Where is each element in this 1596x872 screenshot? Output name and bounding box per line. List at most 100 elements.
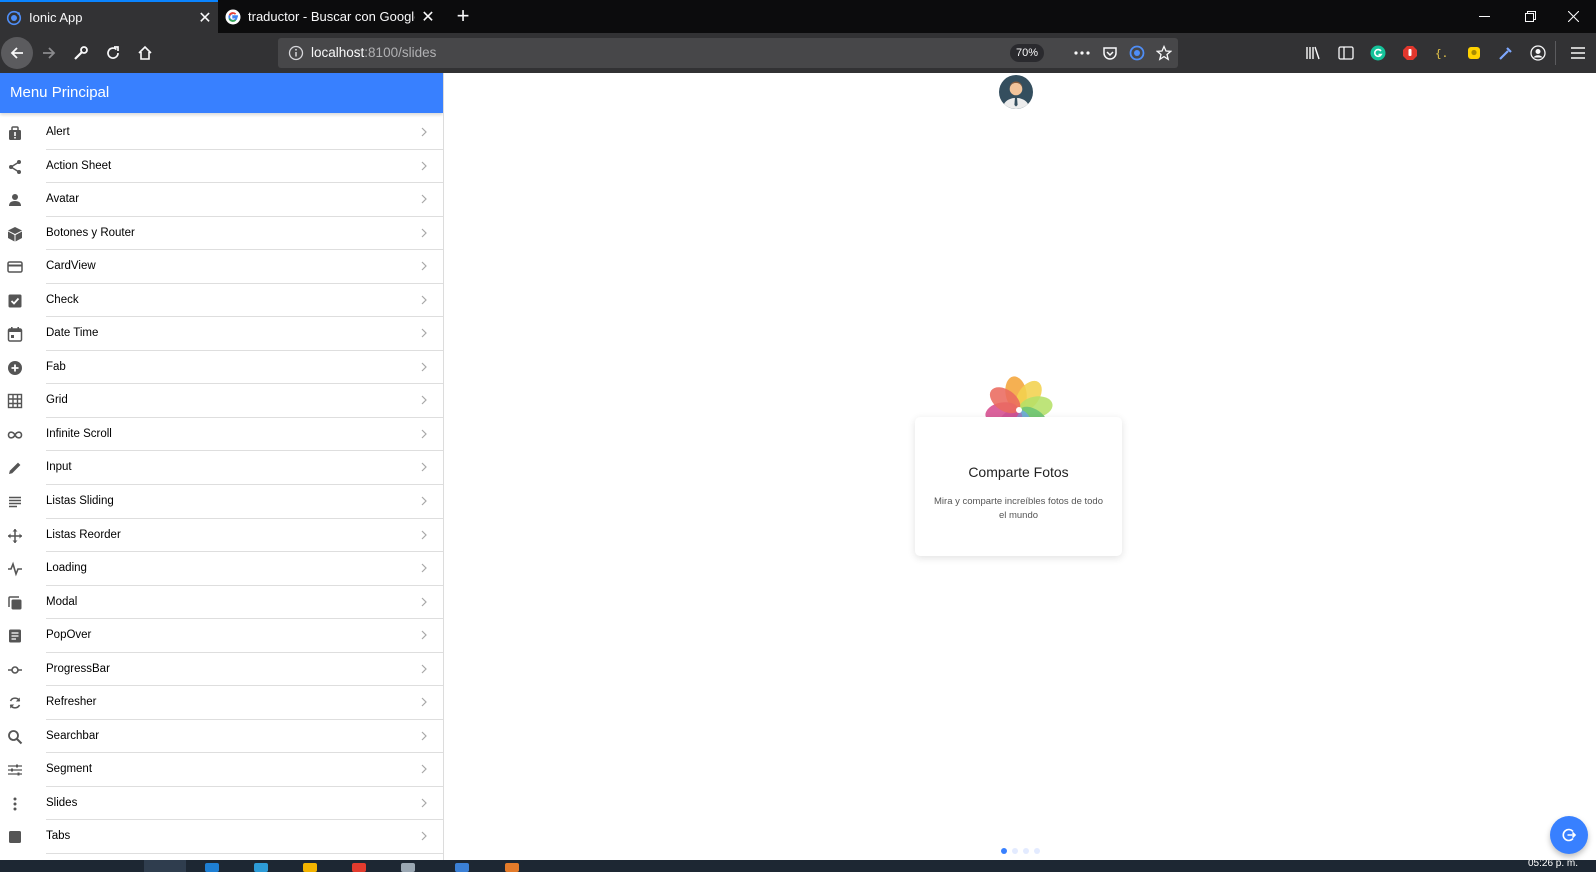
zoom-level-badge[interactable]: 70% — [1010, 44, 1045, 62]
taskbar-edge-icon[interactable] — [254, 863, 268, 872]
pager-dot[interactable] — [1012, 848, 1018, 854]
arrow-right-icon — [43, 47, 56, 59]
navigation-toolbar: localhost:8100/slides 70% {..} — [0, 33, 1596, 73]
menu-item-infinite-scroll[interactable]: Infinite Scroll — [0, 418, 443, 452]
menu-item-label: Botones y Router — [46, 226, 135, 239]
menu-item-divider — [46, 853, 443, 855]
card-icon — [7, 261, 23, 273]
menu-item-label: Grid — [46, 394, 68, 407]
slide-card: Comparte Fotos Mira y comparte increíble… — [915, 417, 1122, 556]
home-icon — [138, 45, 152, 60]
tab-ionic-app[interactable]: Ionic App ✕ — [0, 0, 218, 33]
arrow-left-icon — [10, 47, 23, 59]
pager-dot[interactable] — [1034, 848, 1040, 854]
menu-item-loading[interactable]: Loading — [0, 552, 443, 586]
menu-item-searchbar[interactable]: Searchbar — [0, 720, 443, 754]
address-bar[interactable]: localhost:8100/slides 70% — [278, 38, 1178, 68]
google-icon — [225, 9, 241, 24]
chevron-right-icon — [421, 832, 427, 841]
menu-item-label: Listas Reorder — [46, 528, 121, 541]
menu-item-date-time[interactable]: Date Time — [0, 317, 443, 351]
taskbar-app3-icon[interactable] — [505, 863, 519, 872]
menu-item-grid[interactable]: Grid — [0, 384, 443, 418]
extension-target-icon[interactable] — [1127, 43, 1147, 63]
menu-item-check[interactable]: Check — [0, 284, 443, 318]
browser-tab-strip: Ionic App ✕ traductor - Buscar con Googl… — [0, 0, 1596, 33]
toolbar-divider — [1555, 41, 1556, 65]
sidebar-icon[interactable] — [1336, 43, 1356, 63]
taskbar-explorer-icon[interactable] — [303, 863, 317, 872]
menu-item-avatar[interactable]: Avatar — [0, 183, 443, 217]
forward-button[interactable] — [33, 37, 65, 69]
menu-item-progressbar[interactable]: ProgressBar — [0, 653, 443, 687]
menu-item-segment[interactable]: Segment — [0, 753, 443, 787]
color-picker-icon[interactable] — [1496, 43, 1516, 63]
taskbar-app2-icon[interactable] — [455, 863, 469, 872]
hamburger-menu-icon[interactable] — [1568, 43, 1588, 63]
menu-item-tabs[interactable]: Tabs — [0, 820, 443, 855]
taskbar-firefox-icon[interactable] — [144, 860, 186, 872]
refresh-icon — [9, 697, 21, 709]
menu-item-label: PopOver — [46, 629, 92, 642]
chevron-right-icon — [421, 429, 427, 439]
chevron-right-icon — [421, 664, 427, 674]
menu-list: Alert Action Sheet Avatar Botones y Router C… — [0, 116, 443, 855]
chevron-right-icon — [421, 161, 427, 170]
copy-icon — [8, 595, 22, 610]
url-text[interactable]: localhost:8100/slides — [311, 45, 436, 60]
bookmark-star-icon[interactable] — [1154, 43, 1174, 63]
tab-google-search[interactable]: traductor - Buscar con Google ✕ — [219, 0, 441, 33]
git-commit-icon — [8, 665, 22, 674]
menu-item-alert[interactable]: Alert — [0, 116, 443, 150]
lightbulb-icon[interactable] — [1464, 43, 1484, 63]
menu-item-refresher[interactable]: Refresher — [0, 686, 443, 720]
avatar[interactable] — [999, 75, 1033, 109]
restore-window-icon[interactable] — [1507, 0, 1553, 33]
adblock-icon[interactable] — [1400, 43, 1420, 63]
json-viewer-icon[interactable]: {..} — [1432, 43, 1452, 63]
home-button[interactable] — [129, 37, 161, 69]
menu-item-input[interactable]: Input — [0, 451, 443, 486]
page-actions-icon[interactable] — [1072, 43, 1092, 63]
menu-item-modal[interactable]: Modal — [0, 586, 443, 620]
pager-dot[interactable] — [1001, 848, 1007, 854]
menu-item-listas-reorder[interactable]: Listas Reorder — [0, 519, 443, 553]
chevron-right-icon — [421, 194, 427, 204]
reload-button[interactable] — [97, 37, 129, 69]
close-window-icon[interactable] — [1550, 0, 1596, 33]
close-tab-icon[interactable]: ✕ — [192, 8, 218, 28]
menu-item-label: Listas Sliding — [46, 495, 114, 508]
menu-item-botones-y-router[interactable]: Botones y Router — [0, 217, 443, 251]
back-button[interactable] — [1, 37, 33, 69]
new-tab-button[interactable]: + — [450, 3, 476, 29]
menu-item-fab[interactable]: Fab — [0, 351, 443, 385]
chevron-right-icon — [421, 764, 427, 774]
menu-item-slides[interactable]: Slides — [0, 787, 443, 821]
infinite-icon — [7, 431, 23, 439]
log-out-icon — [1562, 828, 1577, 842]
chevron-right-icon — [421, 295, 427, 305]
taskbar-app-icon[interactable] — [352, 863, 366, 872]
cube-icon — [8, 226, 22, 242]
close-tab-icon[interactable]: ✕ — [415, 7, 441, 27]
chevron-right-icon — [421, 563, 427, 573]
exit-slides-fab[interactable] — [1550, 816, 1588, 854]
menu-item-popover[interactable]: PopOver — [0, 619, 443, 653]
menu-item-listas-sliding[interactable]: Listas Sliding — [0, 485, 443, 519]
menu-item-action-sheet[interactable]: Action Sheet — [0, 150, 443, 184]
info-icon[interactable] — [288, 45, 304, 61]
minimize-window-icon[interactable] — [1461, 0, 1507, 33]
taskbar-vscode-icon[interactable] — [205, 863, 219, 872]
menu-item-label: Alert — [46, 126, 70, 138]
taskbar-clock[interactable]: 05:26 p. m. — [1528, 860, 1578, 869]
customize-button[interactable] — [65, 37, 97, 69]
taskbar-terminal-icon[interactable] — [401, 863, 415, 872]
grammarly-icon[interactable] — [1368, 43, 1388, 63]
menu-item-label: Fab — [46, 360, 66, 373]
library-icon[interactable] — [1304, 43, 1324, 63]
menu-item-cardview[interactable]: CardView — [0, 250, 443, 284]
pocket-icon[interactable] — [1100, 43, 1120, 63]
account-icon[interactable] — [1528, 43, 1548, 63]
pager-dot[interactable] — [1023, 848, 1029, 854]
menu-item-label: Tabs — [46, 830, 71, 843]
